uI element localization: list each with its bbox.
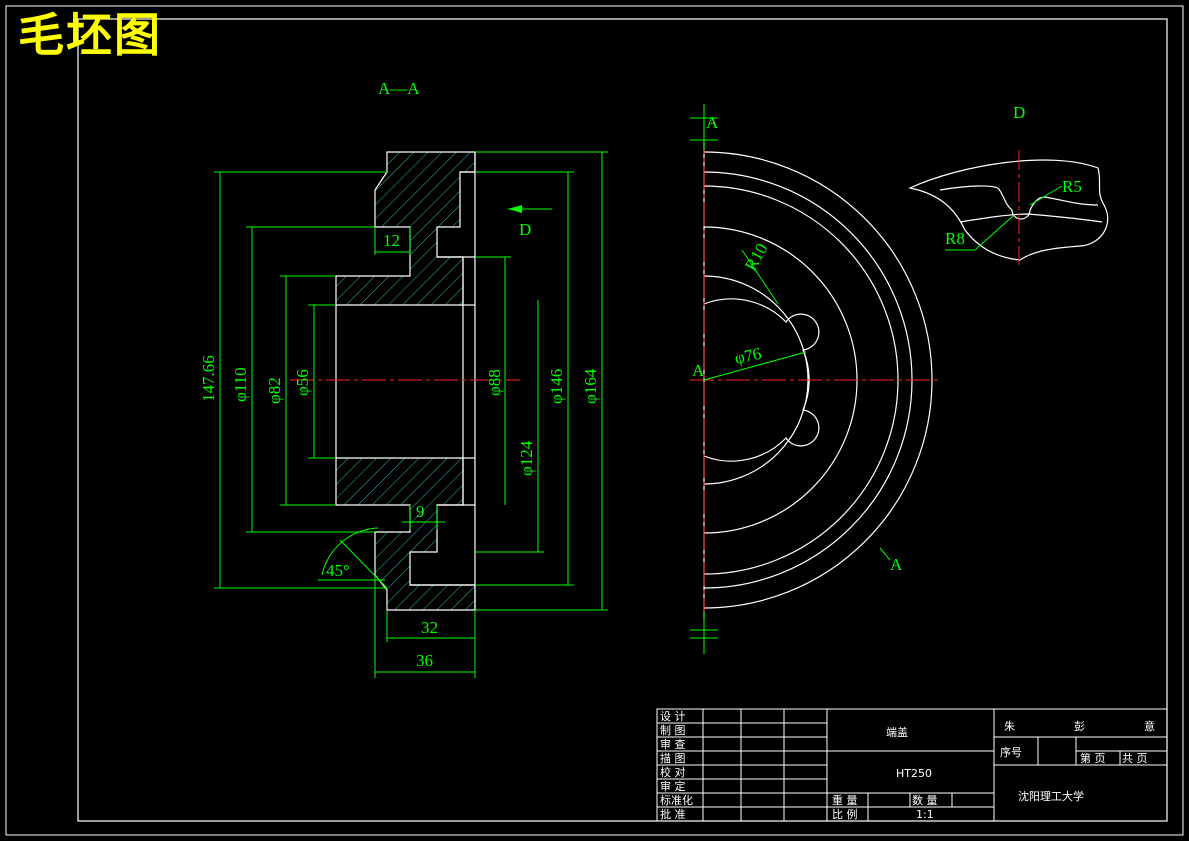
title-block-row-label: 描 图 xyxy=(660,751,686,765)
scale-label: 比 例 xyxy=(832,807,858,821)
dim-r8: R8 xyxy=(945,229,965,248)
qty-label: 数 量 xyxy=(912,794,938,807)
drawing-title: 毛坯图 xyxy=(18,8,162,62)
dim-r10: R10 xyxy=(741,240,772,274)
inner-frame xyxy=(77,18,1168,822)
section-top-hatch xyxy=(335,151,476,306)
dim-45: 45° xyxy=(326,561,350,580)
dim-82: φ82 xyxy=(265,377,284,404)
title-block-row-label: 审 定 xyxy=(660,779,686,793)
dim-164: φ164 xyxy=(581,368,600,404)
scale-value: 1:1 xyxy=(916,808,934,821)
dim-146: φ146 xyxy=(547,369,566,404)
title-block: 设 计制 图审 查描 图校 对审 定标准化批 准 端盖 HT250 重 量 数 … xyxy=(656,708,1168,822)
dim-124: φ124 xyxy=(517,440,536,476)
outer-frame xyxy=(5,5,1184,836)
author-3: 意 xyxy=(1144,719,1155,733)
cut-label-bottom: A xyxy=(890,555,903,574)
dim-110: φ110 xyxy=(231,367,250,402)
part-name: 端盖 xyxy=(886,725,908,739)
title-block-row-label: 制 图 xyxy=(660,724,686,737)
cut-label-top: A xyxy=(706,113,719,132)
front-view: A A A R10 φ76 xyxy=(690,104,940,654)
section-view: A—A 147.66 φ110 φ82 φ56 φ88 φ124 φ146 φ1… xyxy=(199,79,608,678)
school-name: 沈阳理工大学 xyxy=(1018,789,1084,803)
title-block-row-label: 审 查 xyxy=(660,737,686,751)
dim-r5: R5 xyxy=(1062,177,1082,196)
section-bottom-hatch xyxy=(335,457,476,611)
title-block-row-label: 设 计 xyxy=(660,710,686,723)
dim-12: 12 xyxy=(383,231,400,250)
dim-9: 9 xyxy=(416,502,425,521)
dim-76: φ76 xyxy=(733,344,763,368)
title-block-row-label: 批 准 xyxy=(660,807,686,821)
material: HT250 xyxy=(896,767,932,780)
center-label: A xyxy=(692,361,705,380)
title-block-row-label: 校 对 xyxy=(660,765,686,779)
author-1: 朱 xyxy=(1004,720,1015,733)
drawing-canvas: A—A 147.66 φ110 φ82 φ56 φ88 φ124 φ146 φ1… xyxy=(5,5,1184,836)
author-2: 彭 xyxy=(1074,719,1085,733)
dim-32: 32 xyxy=(421,618,438,637)
seq-label: 序号 xyxy=(1000,745,1022,759)
title-block-row-label: 标准化 xyxy=(660,793,693,807)
dim-147: 147.66 xyxy=(199,355,218,402)
section-label: A—A xyxy=(378,79,420,98)
detail-view: D R5 R8 xyxy=(908,103,1109,265)
dim-88: φ88 xyxy=(485,369,504,396)
dim-56: φ56 xyxy=(293,369,312,396)
sheet-label: 第 页 xyxy=(1080,751,1106,765)
dim-36: 36 xyxy=(416,651,433,670)
detail-label: D xyxy=(1013,103,1025,122)
total-label: 共 页 xyxy=(1122,752,1148,765)
weight-label: 重 量 xyxy=(832,793,858,807)
view-arrow-d: D xyxy=(519,220,531,239)
